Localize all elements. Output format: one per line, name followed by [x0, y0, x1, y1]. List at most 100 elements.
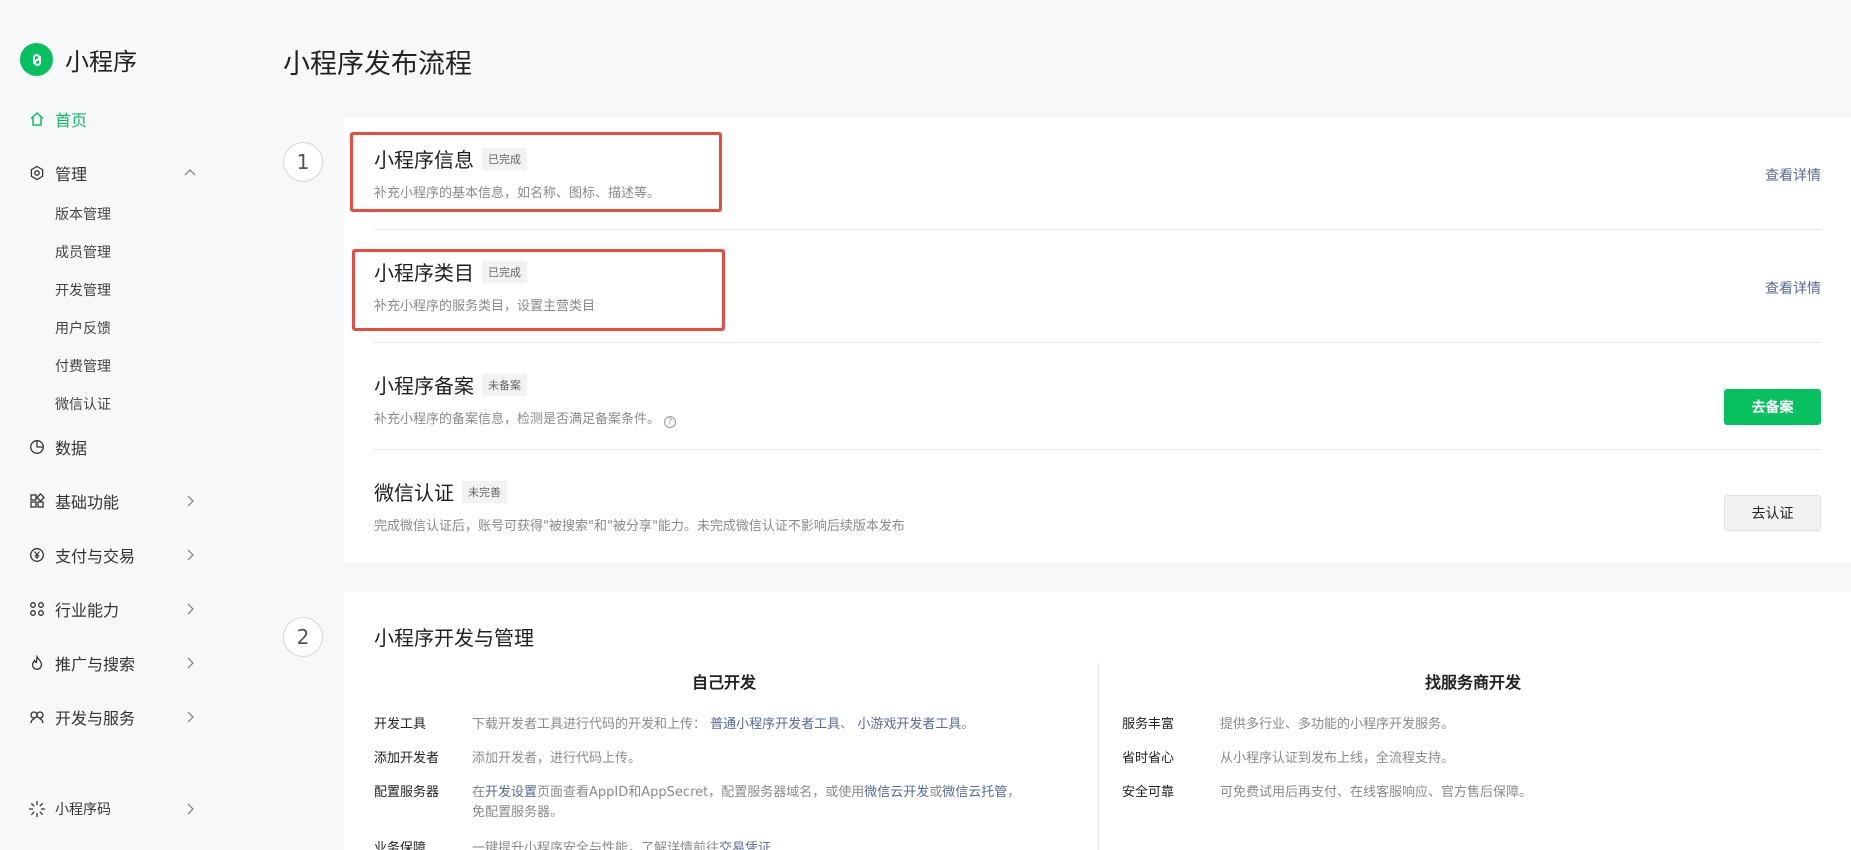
page-title: 小程序发布流程 [283, 49, 472, 80]
yuan-coin-icon [28, 546, 46, 564]
sidebar-item-qrcode[interactable]: 小程序码 [28, 794, 198, 824]
item-value-text: 一键提升小程序安全与性能，了解详情前往 [472, 841, 720, 850]
chevron-right-icon [182, 801, 198, 817]
trade-voucher-link[interactable]: 交易凭证 [719, 841, 771, 850]
item-value-text: 免配置服务器。 [472, 805, 564, 820]
mini-program-code-icon [28, 800, 46, 818]
chevron-right-icon [182, 709, 198, 725]
mini-program-logo-icon [20, 43, 53, 76]
sidebar-subitem-members[interactable]: 成员管理 [55, 243, 111, 263]
home-icon [28, 110, 46, 128]
sidebar-item-home[interactable]: 首页 [28, 104, 198, 134]
item-value: 下载开发者工具进行代码的开发和上传： 普通小程序开发者工具、 小游戏开发者工具。 [472, 715, 974, 735]
item-value: 从小程序认证到发布上线，全流程支持。 [1220, 751, 1455, 766]
help-icon[interactable]: ? [664, 416, 677, 428]
brand-name: 小程序 [65, 48, 137, 76]
row-title: 小程序备案 [374, 374, 474, 398]
divider [374, 449, 1821, 450]
industry-nodes-icon [28, 600, 46, 618]
app-root: 小程序 首页 管理 版本管理 成员管理 开发管理 用户反馈 付费管理 微信认证 … [0, 0, 1851, 850]
vendor-dev-heading: 找服务商开发 [1425, 673, 1522, 692]
dev-manage-card: 小程序开发与管理 自己开发 找服务商开发 开发工具 下载开发者工具进行代码的开发… [344, 592, 1851, 850]
normal-devtools-link[interactable]: 普通小程序开发者工具 [710, 717, 840, 732]
item-value: 提供多行业、多功能的小程序开发服务。 [1220, 717, 1455, 732]
step-number-1: 1 [283, 142, 323, 182]
highlight-box [350, 132, 722, 212]
sidebar-item-label: 数据 [55, 439, 88, 458]
item-value-text: 。 [961, 717, 975, 732]
sidebar-subitem-billing[interactable]: 付费管理 [55, 357, 111, 377]
item-value-text: ， [1007, 785, 1021, 800]
sidebar-item-basic[interactable]: 基础功能 [28, 486, 198, 516]
publish-steps-card: 小程序信息 已完成 补充小程序的基本信息，如名称、图标、描述等。 查看详情 小程序… [344, 117, 1851, 563]
column-divider [1098, 662, 1099, 850]
brand[interactable]: 小程序 [20, 42, 137, 77]
sidebar-item-promotion[interactable]: 推广与搜索 [28, 648, 198, 678]
view-details-link[interactable]: 查看详情 [1765, 278, 1821, 298]
go-verify-button[interactable]: 去认证 [1724, 495, 1821, 531]
divider [374, 342, 1821, 343]
sidebar-item-industry[interactable]: 行业能力 [28, 594, 198, 624]
step-row-filing: 小程序备案 未备案 补充小程序的备案信息，检测是否满足备案条件。? [374, 370, 1821, 428]
sidebar-item-label: 基础功能 [55, 493, 120, 512]
highlight-box [352, 249, 725, 331]
sidebar-subitem-wechat-verify[interactable]: 微信认证 [55, 395, 111, 415]
chevron-right-icon [182, 547, 198, 563]
sidebar-item-data[interactable]: 数据 [28, 432, 198, 462]
sidebar-subitem-version[interactable]: 版本管理 [55, 205, 111, 225]
item-key: 添加开发者 [374, 751, 440, 766]
flame-icon [28, 654, 46, 672]
sidebar-item-label: 管理 [55, 165, 88, 184]
row-description: 补充小程序的备案信息，检测是否满足备案条件。? [374, 408, 1821, 428]
game-devtools-link[interactable]: 小游戏开发者工具 [857, 717, 961, 732]
grid-icon [28, 492, 46, 510]
chevron-right-icon [182, 601, 198, 617]
item-value-text: 页面查看AppID和AppSecret，配置服务器域名，或使用 [537, 785, 865, 800]
sidebar-item-label: 行业能力 [55, 601, 120, 620]
sidebar-item-manage[interactable]: 管理 [28, 158, 198, 188]
sidebar: 小程序 首页 管理 版本管理 成员管理 开发管理 用户反馈 付费管理 微信认证 … [0, 0, 236, 850]
self-dev-item-server: 配置服务器 在开发设置页面查看AppID和AppSecret，配置服务器域名，或… [374, 783, 1074, 825]
view-details-link[interactable]: 查看详情 [1765, 165, 1821, 185]
sidebar-subitem-feedback[interactable]: 用户反馈 [55, 319, 111, 339]
self-dev-heading: 自己开发 [692, 673, 757, 692]
item-value: 在开发设置页面查看AppID和AppSecret，配置服务器域名，或使用微信云开… [472, 783, 1072, 823]
sidebar-item-label: 支付与交易 [55, 547, 136, 566]
sidebar-item-payment[interactable]: 支付与交易 [28, 540, 198, 570]
row-description-text: 补充小程序的备案信息，检测是否满足备案条件。 [374, 412, 661, 427]
item-value: 可免费试用后再支付、在线客服响应、官方售后保障。 [1220, 785, 1533, 800]
row-title: 微信认证 [374, 481, 454, 505]
item-value: 一键提升小程序安全与性能，了解详情前往交易凭证 [472, 839, 771, 850]
status-badge: 未备案 [482, 373, 527, 396]
cloud-dev-link[interactable]: 微信云开发 [864, 785, 929, 800]
step-row-wechat-verify: 微信认证 未完善 完成微信认证后，账号可获得"被搜索"和"被分享"能力。未完成微信… [374, 477, 1821, 534]
item-key: 安全可靠 [1122, 785, 1175, 800]
sidebar-item-devservice[interactable]: 开发与服务 [28, 702, 198, 732]
divider [374, 229, 1821, 230]
status-badge: 未完善 [462, 480, 507, 503]
dev-service-icon [28, 708, 46, 726]
item-value-text: 或 [929, 785, 943, 800]
section-title: 小程序开发与管理 [374, 626, 534, 650]
pie-chart-icon [28, 438, 46, 456]
item-key: 服务丰富 [1122, 717, 1175, 732]
dev-settings-link[interactable]: 开发设置 [485, 785, 537, 800]
item-value: 添加开发者，进行代码上传。 [472, 751, 642, 766]
sidebar-item-label: 首页 [55, 111, 88, 130]
row-description: 完成微信认证后，账号可获得"被搜索"和"被分享"能力。未完成微信认证不影响后续版… [374, 519, 905, 534]
chevron-up-icon [182, 165, 198, 181]
separator: 、 [840, 717, 854, 732]
item-key: 开发工具 [374, 717, 427, 732]
sidebar-item-label: 小程序码 [55, 802, 111, 818]
sidebar-item-label: 开发与服务 [55, 709, 136, 728]
go-filing-button[interactable]: 去备案 [1724, 389, 1821, 425]
item-key: 配置服务器 [374, 785, 440, 800]
item-value-text: 在 [472, 785, 486, 800]
step-number-2: 2 [283, 617, 323, 657]
sidebar-item-label: 推广与搜索 [55, 655, 136, 674]
settings-icon [28, 164, 46, 182]
sidebar-subitem-dev[interactable]: 开发管理 [55, 281, 111, 301]
item-value-text: 下载开发者工具进行代码的开发和上传： [472, 717, 707, 732]
item-key: 业务保障 [374, 841, 427, 850]
cloud-hosting-link[interactable]: 微信云托管 [942, 785, 1007, 800]
